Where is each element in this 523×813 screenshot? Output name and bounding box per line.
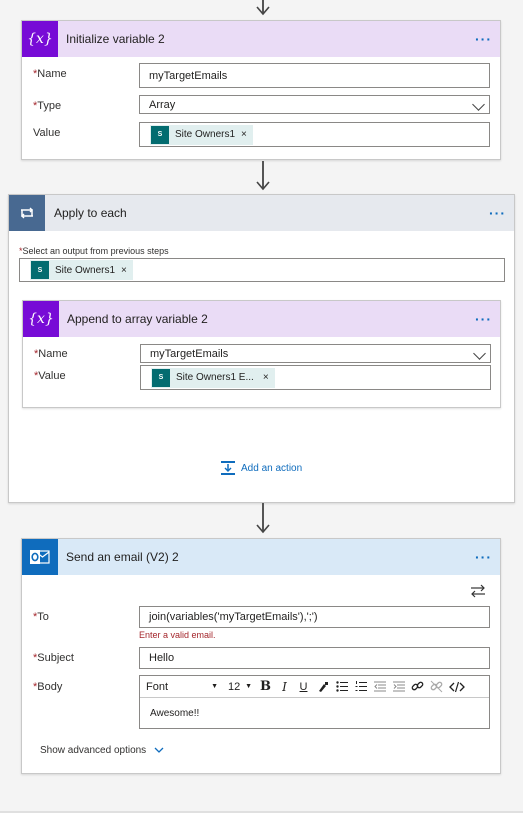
remove-token-icon[interactable]: × bbox=[263, 372, 269, 383]
more-options-icon[interactable]: ··· bbox=[475, 549, 492, 565]
more-options-icon[interactable]: ··· bbox=[475, 311, 492, 327]
loop-icon bbox=[9, 195, 45, 231]
append-to-array-header[interactable]: {x} Append to array variable 2 ··· bbox=[23, 301, 500, 337]
to-label: *To bbox=[33, 611, 49, 623]
card-title: Append to array variable 2 bbox=[67, 312, 208, 326]
unlink-icon[interactable] bbox=[427, 676, 446, 698]
append-to-array-card: {x} Append to array variable 2 ··· *Name… bbox=[22, 300, 501, 408]
name-label: *Name bbox=[33, 68, 67, 80]
subject-input[interactable]: Hello bbox=[139, 647, 490, 669]
add-an-action-label: Add an action bbox=[241, 462, 303, 474]
highlight-icon[interactable] bbox=[313, 676, 332, 698]
card-title: Initialize variable 2 bbox=[66, 32, 165, 46]
outlook-icon bbox=[22, 539, 58, 575]
dynamic-content-token[interactable]: S Site Owners1 E... × bbox=[151, 367, 275, 388]
body-text: Awesome!! bbox=[150, 708, 200, 719]
send-email-header[interactable]: Send an email (V2) 2 ··· bbox=[22, 539, 500, 575]
more-options-icon[interactable]: ··· bbox=[475, 31, 492, 47]
font-select[interactable]: Font ▼ bbox=[140, 676, 224, 698]
numbered-list-icon[interactable] bbox=[351, 676, 370, 698]
connector-arrow bbox=[256, 161, 270, 194]
to-error-message: Enter a valid email. bbox=[139, 630, 216, 640]
type-select[interactable]: Array bbox=[139, 95, 490, 114]
sharepoint-icon: S bbox=[152, 368, 170, 387]
caret-down-icon: ▼ bbox=[245, 683, 252, 690]
remove-token-icon[interactable]: × bbox=[121, 265, 127, 276]
body-label: *Body bbox=[33, 681, 63, 693]
more-options-icon[interactable]: ··· bbox=[489, 205, 506, 221]
initialize-variable-header[interactable]: {x} Initialize variable 2 ··· bbox=[22, 21, 500, 57]
connector-arrow-top bbox=[256, 0, 270, 18]
decrease-indent-icon[interactable] bbox=[370, 676, 389, 698]
sharepoint-icon: S bbox=[151, 125, 169, 144]
caret-down-icon: ▼ bbox=[211, 683, 218, 690]
dynamic-content-token[interactable]: S Site Owners1 × bbox=[30, 260, 133, 280]
add-an-action-button[interactable]: Add an action bbox=[220, 460, 302, 476]
chevron-down-icon bbox=[472, 98, 485, 111]
underline-icon[interactable]: U bbox=[294, 676, 313, 698]
chevron-down-icon bbox=[154, 747, 164, 753]
apply-to-each-header[interactable]: Apply to each ··· bbox=[9, 195, 514, 231]
subject-label: *Subject bbox=[33, 652, 74, 664]
show-advanced-options-label: Show advanced options bbox=[40, 745, 147, 756]
rich-text-toolbar: Font ▼ 12 ▼ B I U bbox=[140, 676, 489, 698]
bullet-list-icon[interactable] bbox=[332, 676, 351, 698]
send-email-card: Send an email (V2) 2 ··· *To join(variab… bbox=[21, 538, 501, 774]
connector-arrow bbox=[256, 503, 270, 537]
name-input[interactable]: myTargetEmails bbox=[139, 63, 490, 88]
chevron-down-icon bbox=[473, 347, 486, 360]
font-size-select[interactable]: 12 ▼ bbox=[224, 676, 256, 698]
sharepoint-icon: S bbox=[31, 261, 49, 279]
to-input[interactable]: join(variables('myTargetEmails'),';') bbox=[139, 606, 490, 628]
select-output-label: *Select an output from previous steps bbox=[19, 246, 169, 256]
code-view-icon[interactable] bbox=[446, 676, 468, 698]
add-action-icon bbox=[221, 461, 235, 475]
name-select[interactable]: myTargetEmails bbox=[140, 344, 491, 363]
select-output-input[interactable]: S Site Owners1 × bbox=[19, 258, 505, 282]
name-label: *Name bbox=[34, 348, 68, 360]
value-label: Value bbox=[33, 127, 61, 139]
show-advanced-options-button[interactable]: Show advanced options bbox=[40, 745, 164, 756]
card-title: Apply to each bbox=[54, 206, 127, 220]
value-label: *Value bbox=[34, 370, 66, 382]
increase-indent-icon[interactable] bbox=[389, 676, 408, 698]
remove-token-icon[interactable]: × bbox=[241, 129, 247, 140]
italic-icon[interactable]: I bbox=[275, 676, 294, 698]
bold-icon[interactable]: B bbox=[256, 676, 275, 698]
initialize-variable-card: {x} Initialize variable 2 ··· *Name myTa… bbox=[21, 20, 501, 160]
value-input[interactable]: S Site Owners1 E... × bbox=[140, 365, 491, 390]
apply-to-each-card: Apply to each ··· *Select an output from… bbox=[8, 194, 515, 503]
value-input[interactable]: S Site Owners1 × bbox=[139, 122, 490, 147]
variable-icon: {x} bbox=[22, 21, 58, 57]
switch-mode-icon[interactable] bbox=[470, 584, 486, 598]
link-icon[interactable] bbox=[408, 676, 427, 698]
body-editor[interactable]: Font ▼ 12 ▼ B I U Awesome!! bbox=[139, 675, 490, 729]
variable-icon: {x} bbox=[23, 301, 59, 337]
dynamic-content-token[interactable]: S Site Owners1 × bbox=[150, 124, 253, 145]
card-title: Send an email (V2) 2 bbox=[66, 550, 179, 564]
type-label: *Type bbox=[33, 100, 62, 112]
